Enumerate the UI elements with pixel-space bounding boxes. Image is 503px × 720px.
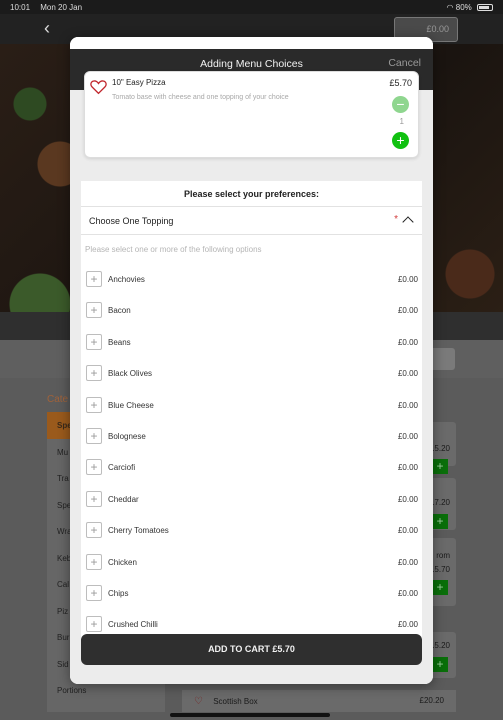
option-label: Bacon	[108, 306, 131, 316]
topping-option[interactable]: + Carciofi £0.00	[81, 453, 422, 484]
group-title: Choose One Topping	[89, 216, 174, 226]
topping-option[interactable]: + Chicken £0.00	[81, 548, 422, 579]
preferences-heading: Please select your preferences:	[81, 181, 422, 207]
menu-item-row[interactable]: ♡ Scottish Box £20.20	[182, 690, 456, 712]
add-item-button[interactable]: +	[432, 580, 448, 595]
topping-option[interactable]: + Bacon £0.00	[81, 296, 422, 327]
add-item-button[interactable]: +	[432, 657, 448, 672]
add-option-checkbox[interactable]: +	[86, 616, 102, 633]
topping-option[interactable]: + Anchovies £0.00	[81, 265, 422, 296]
topping-group-header[interactable]: Choose One Topping *	[81, 207, 422, 235]
menu-item-name: Scottish Box	[213, 697, 258, 706]
add-option-checkbox[interactable]: +	[86, 333, 102, 350]
wifi-icon: ◠	[446, 3, 454, 12]
topping-options-list: + Anchovies £0.00 + Bacon £0.00 + Beans £0.00 + Bl…	[81, 265, 422, 641]
heart-icon[interactable]	[90, 79, 107, 95]
option-price: £0.00	[397, 463, 418, 473]
heart-icon[interactable]: ♡	[194, 696, 203, 707]
option-price: £0.00	[397, 400, 418, 410]
status-time: 10:01	[10, 3, 31, 12]
battery-percent: 80%	[455, 3, 472, 12]
option-label: Beans	[108, 337, 131, 347]
option-label: Blue Cheese	[108, 400, 154, 410]
cancel-button[interactable]: Cancel	[388, 57, 421, 69]
add-option-checkbox[interactable]: +	[86, 302, 102, 319]
item-description: Tomato base with cheese and one topping …	[112, 94, 289, 101]
add-option-checkbox[interactable]: +	[86, 522, 102, 539]
option-price: £0.00	[397, 337, 418, 347]
option-label: Chips	[108, 588, 129, 598]
option-price: £0.00	[397, 369, 418, 379]
topping-option[interactable]: + Cheddar £0.00	[81, 485, 422, 516]
topping-option[interactable]: + Bolognese £0.00	[81, 422, 422, 453]
cart-total: £0.00	[426, 24, 449, 34]
decrease-quantity-button[interactable]: −	[392, 96, 409, 113]
option-label: Anchovies	[108, 275, 145, 284]
add-to-cart-button[interactable]: ADD TO CART £5.70	[81, 634, 422, 665]
add-option-checkbox[interactable]: +	[86, 584, 102, 601]
item-card: 10" Easy Pizza Tomato base with cheese a…	[84, 71, 419, 158]
menu-choices-modal: Adding Menu Choices Cancel 10" Easy Pizz…	[70, 37, 433, 684]
add-item-button[interactable]: +	[432, 514, 448, 529]
topping-option[interactable]: + Chips £0.00	[81, 579, 422, 610]
quantity-value: 1	[399, 117, 404, 126]
topping-option[interactable]: + Beans £0.00	[81, 328, 422, 359]
topping-option[interactable]: + Cherry Tomatoes £0.00	[81, 516, 422, 547]
add-option-checkbox[interactable]: +	[86, 490, 102, 507]
chevron-up-icon[interactable]	[402, 216, 414, 228]
menu-item-price: rom	[436, 551, 450, 560]
menu-item-price: .5.20	[432, 444, 450, 453]
option-price: £0.00	[397, 557, 418, 567]
status-date: Mon 20 Jan	[40, 3, 83, 12]
topping-option[interactable]: + Black Olives £0.00	[81, 359, 422, 390]
option-label: Carciofi	[108, 463, 136, 473]
home-indicator	[170, 713, 330, 717]
add-option-checkbox[interactable]: +	[86, 396, 102, 413]
menu-item-price: .5.20	[432, 641, 450, 650]
option-price: £0.00	[397, 620, 418, 630]
modal-title: Adding Menu Choices	[200, 58, 303, 70]
menu-item-price: .5.70	[432, 565, 450, 574]
option-price: £0.00	[397, 494, 418, 504]
item-name: 10" Easy Pizza	[112, 78, 166, 87]
option-label: Black Olives	[108, 369, 153, 379]
group-hint: Please select one or more of the followi…	[85, 245, 262, 254]
modal-top-strip	[70, 37, 433, 49]
required-indicator: *	[394, 214, 398, 225]
option-label: Cherry Tomatoes	[108, 526, 169, 536]
menu-item-price: £20.20	[419, 696, 444, 705]
option-label: Bolognese	[108, 431, 146, 441]
option-label: Crushed Chilli	[108, 620, 158, 630]
menu-item-price: .7.20	[432, 498, 450, 507]
add-option-checkbox[interactable]: +	[86, 427, 102, 444]
battery-icon	[477, 4, 493, 12]
option-price: £0.00	[397, 275, 418, 284]
add-option-checkbox[interactable]: +	[86, 365, 102, 382]
option-label: Chicken	[108, 557, 137, 567]
option-price: £0.00	[397, 526, 418, 536]
add-option-checkbox[interactable]: +	[86, 459, 102, 476]
topping-option[interactable]: + Blue Cheese £0.00	[81, 391, 422, 422]
option-price: £0.00	[397, 306, 418, 316]
categories-title: Cate	[47, 394, 69, 405]
status-bar: 10:01 Mon 20 Jan ◠ 80%	[0, 0, 503, 14]
add-option-checkbox[interactable]: +	[86, 553, 102, 570]
option-price: £0.00	[397, 431, 418, 441]
item-price: £5.70	[389, 78, 412, 88]
add-option-checkbox[interactable]: +	[86, 271, 102, 287]
back-icon[interactable]: ‹	[44, 18, 50, 39]
option-price: £0.00	[397, 588, 418, 598]
preferences-panel[interactable]: Please select your preferences: Choose O…	[81, 181, 422, 641]
increase-quantity-button[interactable]: +	[392, 132, 409, 149]
option-label: Cheddar	[108, 494, 139, 504]
add-item-button[interactable]: +	[432, 459, 448, 474]
